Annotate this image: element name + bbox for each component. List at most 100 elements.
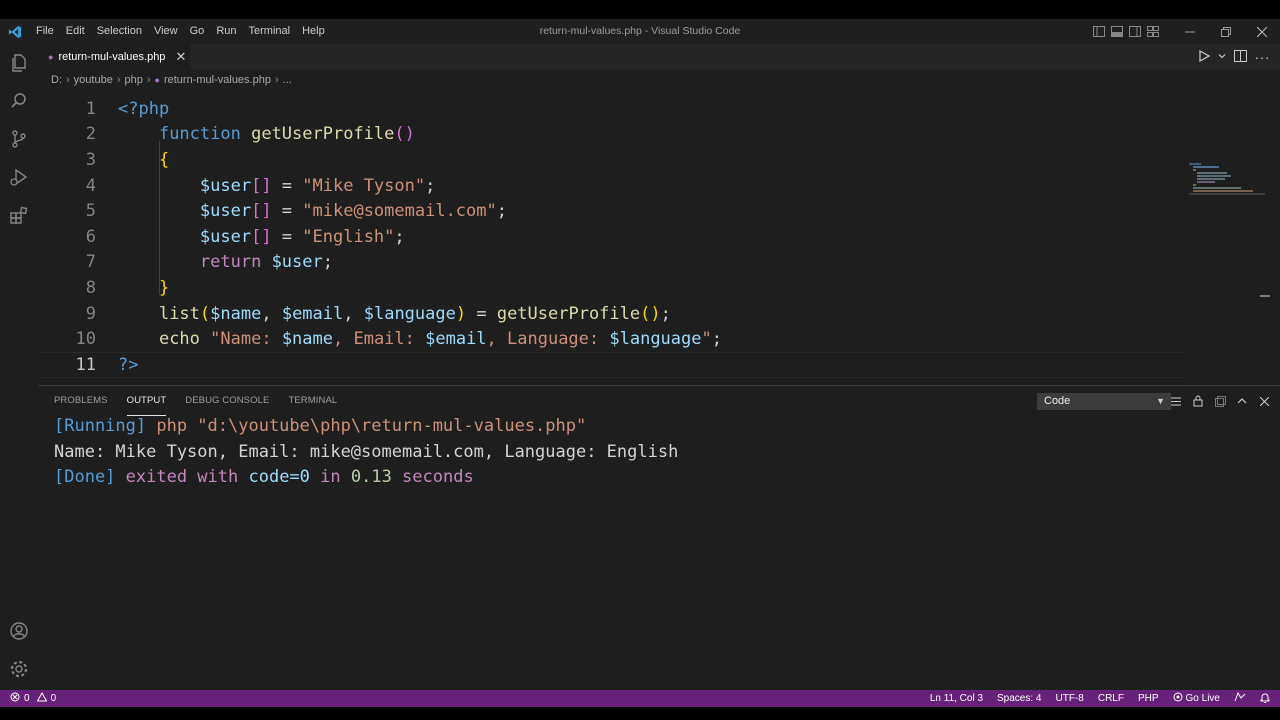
search-icon[interactable] [0, 82, 38, 120]
end-of-line[interactable]: CRLF [1098, 693, 1124, 704]
line-number: 5 [85, 201, 96, 222]
code-token: function [158, 124, 241, 145]
code-line[interactable]: 8 } [38, 275, 1183, 301]
output-channel-select[interactable]: Code ▼ [1037, 393, 1171, 410]
menu-help[interactable]: Help [296, 19, 331, 44]
line-number: 4 [85, 175, 96, 196]
code-token: ; [660, 303, 671, 324]
restore-icon[interactable] [1208, 19, 1244, 44]
indentation[interactable]: Spaces: 4 [997, 693, 1041, 704]
breadcrumb-drive[interactable]: D: [51, 74, 62, 86]
output-token: code=0 [248, 467, 310, 488]
tab-problems[interactable]: PROBLEMS [54, 394, 108, 416]
code-line[interactable]: 7 return $user; [38, 250, 1183, 276]
output-line: [Done] exited with code=0 in 0.13 second… [54, 465, 678, 491]
code-line[interactable]: 6 $user[] = "English"; [38, 224, 1183, 250]
code-line[interactable]: 3 { [38, 147, 1183, 173]
menu-go[interactable]: Go [184, 19, 211, 44]
encoding[interactable]: UTF-8 [1056, 693, 1084, 704]
code-token: , Language: [486, 329, 610, 350]
menu-terminal[interactable]: Terminal [243, 19, 297, 44]
run-debug-icon[interactable] [0, 158, 38, 196]
editor-actions: ··· [1198, 44, 1271, 70]
code-line[interactable]: 4 $user[] = "Mike Tyson"; [38, 173, 1183, 199]
code-token: = [271, 226, 303, 247]
output-line: Name: Mike Tyson, Email: mike@somemail.c… [54, 440, 678, 466]
code-token: $name [210, 303, 262, 324]
accounts-icon[interactable] [0, 612, 38, 650]
tab-close-icon[interactable]: ✕ [175, 49, 186, 65]
extensions-icon[interactable] [0, 196, 38, 234]
status-right: Ln 11, Col 3 Spaces: 4 UTF-8 CRLF PHP Go… [930, 690, 1270, 707]
code-token: $email [425, 329, 487, 350]
code-line[interactable]: 9 list($name, $email, $language) = getUs… [38, 301, 1183, 327]
code-token: () [640, 303, 661, 324]
maximize-panel-chevron-up-icon[interactable] [1234, 392, 1250, 410]
tab-debug-console[interactable]: DEBUG CONSOLE [185, 394, 269, 416]
panel-actions [1168, 392, 1272, 410]
output-token: Name: Mike Tyson, Email: mike@somemail.c… [54, 441, 679, 462]
activity-bar [0, 44, 38, 690]
breadcrumb-symbols[interactable]: ... [283, 74, 292, 86]
notifications-bell-icon[interactable] [1260, 692, 1270, 706]
split-editor-icon[interactable] [1233, 49, 1247, 65]
go-live-button[interactable]: Go Live [1173, 692, 1220, 705]
run-dropdown-chevron-icon[interactable] [1218, 51, 1226, 63]
manage-gear-icon[interactable] [0, 650, 38, 688]
code-line[interactable]: 10 echo "Name: $name, Email: $email, Lan… [38, 326, 1183, 352]
code-line[interactable]: 1 <?php [38, 96, 1183, 122]
status-problems[interactable]: 0 0 [0, 691, 56, 705]
menu-run[interactable]: Run [210, 19, 242, 44]
editor-tab[interactable]: ● return-mul-values.php ✕ [38, 44, 190, 70]
chevron-down-icon: ▼ [1156, 396, 1165, 406]
feedback-icon[interactable] [1234, 691, 1246, 705]
minimize-icon[interactable] [1172, 19, 1208, 44]
code-line[interactable]: 2 function getUserProfile() [38, 122, 1183, 148]
breadcrumb-separator-icon: › [66, 74, 70, 86]
code-token: ; [425, 175, 436, 196]
source-control-icon[interactable] [0, 120, 38, 158]
code-token: () [394, 124, 415, 145]
menu-file[interactable]: File [30, 19, 60, 44]
tab-bar: ● return-mul-values.php ✕ ··· [38, 44, 1280, 70]
cursor-position[interactable]: Ln 11, Col 3 [930, 693, 983, 704]
open-in-editor-icon[interactable] [1212, 392, 1228, 410]
tab-output[interactable]: OUTPUT [126, 394, 167, 416]
code-editor[interactable]: 1 <?php 2 function getUserProfile() 3 {4 $u… [38, 90, 1270, 382]
code-token: ; [496, 201, 507, 222]
code-token: $name [281, 329, 333, 350]
code-line[interactable]: 5 $user[] = "mike@somemail.com"; [38, 198, 1183, 224]
run-code-icon[interactable] [1198, 49, 1210, 65]
code-line[interactable]: 11 ?> [38, 352, 1183, 378]
toggle-panel-icon[interactable] [1108, 19, 1126, 44]
menu-view[interactable]: View [148, 19, 184, 44]
line-number: 11 [75, 354, 96, 375]
breadcrumb-separator-icon: › [274, 74, 279, 86]
language-mode[interactable]: PHP [1138, 693, 1159, 704]
breadcrumb-file[interactable]: return-mul-values.php [164, 74, 271, 86]
code-token: ; [711, 329, 722, 350]
lock-scroll-icon[interactable] [1190, 392, 1206, 410]
panel-tabs: PROBLEMS OUTPUT DEBUG CONSOLE TERMINAL [54, 394, 356, 416]
tab-terminal[interactable]: TERMINAL [288, 394, 337, 416]
menu-edit[interactable]: Edit [60, 19, 91, 44]
clear-output-icon[interactable] [1168, 392, 1184, 410]
code-token: = [466, 303, 497, 324]
menu-selection[interactable]: Selection [91, 19, 148, 44]
code-token: list [158, 303, 200, 324]
line-code: return $user; [118, 252, 333, 272]
breadcrumb-folder-php[interactable]: php [125, 74, 143, 86]
close-icon[interactable] [1244, 19, 1280, 44]
close-panel-icon[interactable] [1256, 392, 1272, 410]
toggle-sidebar-icon[interactable] [1090, 19, 1108, 44]
breadcrumb-folder-youtube[interactable]: youtube [74, 74, 113, 86]
more-actions-icon[interactable]: ··· [1255, 49, 1271, 65]
minimap[interactable] [1185, 163, 1270, 223]
output-token: [Running] [54, 416, 147, 436]
broadcast-icon [1173, 692, 1183, 705]
toggle-secondary-sidebar-icon[interactable] [1126, 19, 1144, 44]
customize-layout-icon[interactable] [1144, 19, 1162, 44]
explorer-icon[interactable] [0, 44, 38, 82]
